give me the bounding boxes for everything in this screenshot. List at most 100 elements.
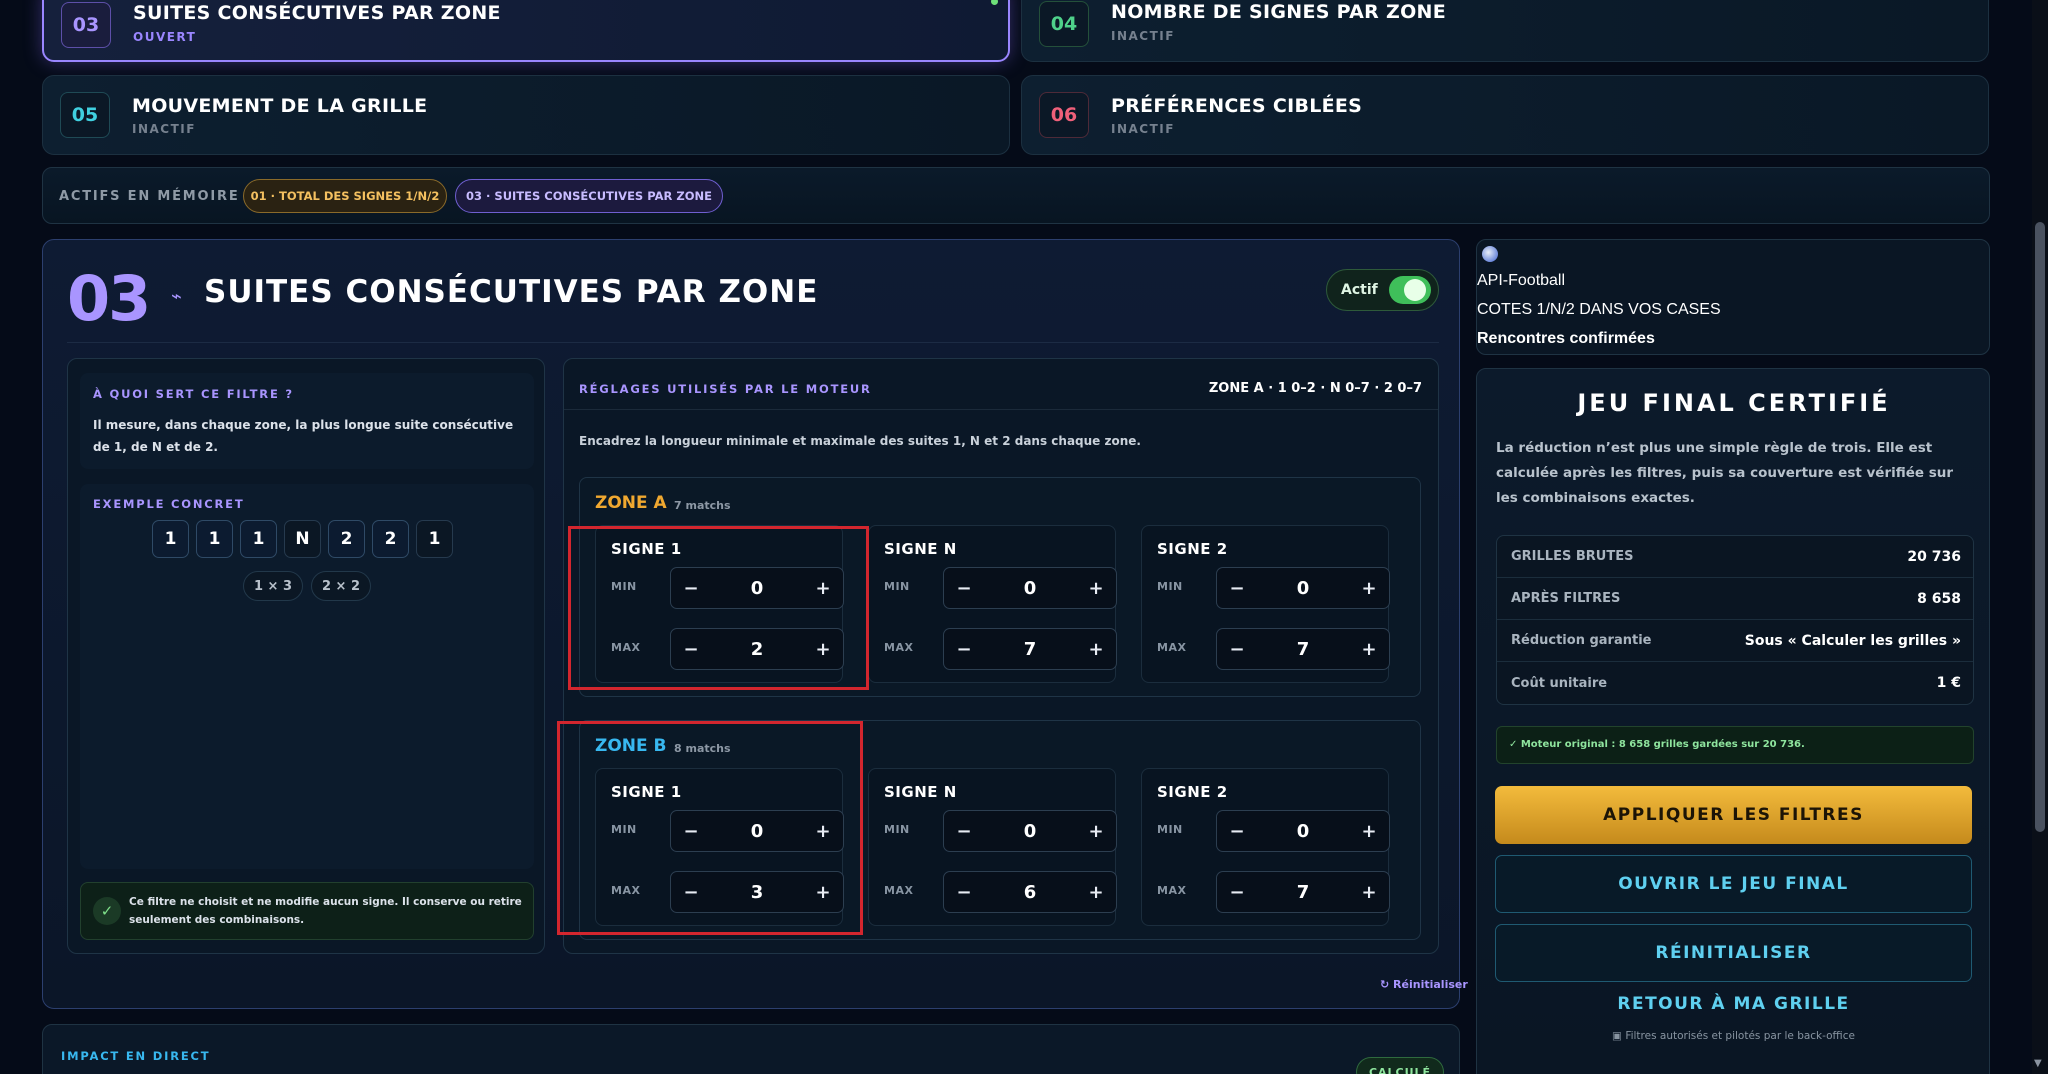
stepper-value: 0 [1296, 820, 1310, 842]
chain-item: 1 [416, 520, 453, 558]
sign-title: SIGNE N [884, 783, 957, 801]
minus-button[interactable]: − [1217, 629, 1257, 669]
stat-value: 20 736 [1907, 548, 1961, 565]
zone-count: 7 matchs [674, 499, 731, 512]
filter-tab-06[interactable]: 06 PRÉFÉRENCES CIBLÉES INACTIF [1021, 75, 1989, 155]
engine-note: ✓ Moteur original : 8 658 grilles gardée… [1496, 726, 1974, 764]
stat-row: Réduction garantie Sous « Calculer les gr… [1497, 620, 1973, 662]
minus-button[interactable]: − [944, 568, 984, 608]
example-chain: 1 1 1 N 2 2 1 [152, 520, 472, 560]
max-stepper[interactable]: − 6 + [943, 871, 1117, 913]
stat-value: Sous « Calculer les grilles » [1744, 632, 1961, 649]
divider [67, 342, 1439, 343]
footer-line: ▣ Filtres autorisés et pilotés par le ba… [1495, 1030, 1972, 1042]
plus-button[interactable]: + [1076, 811, 1116, 851]
shield-icon: ▣ [1612, 1030, 1622, 1042]
settings-title: RÉGLAGES UTILISÉS PAR LE MOTEUR [579, 382, 872, 396]
highlight-zone-b-signe-1 [557, 721, 863, 935]
chain-item: 2 [372, 520, 409, 558]
note-text: Ce filtre ne choisit et ne modifie aucun… [129, 896, 522, 926]
stepper-value: 0 [1023, 577, 1037, 599]
minus-button[interactable]: − [1217, 872, 1257, 912]
plus-button[interactable]: + [1076, 872, 1116, 912]
filter-tab-04[interactable]: 04 NOMBRE DE SIGNES PAR ZONE INACTIF [1021, 0, 1989, 62]
back-to-grid-link[interactable]: RETOUR À MA GRILLE [1495, 994, 1972, 1014]
minus-button[interactable]: − [944, 872, 984, 912]
filter-title: MOUVEMENT DE LA GRILLE [132, 95, 428, 117]
plus-button[interactable]: + [1076, 629, 1116, 669]
chain-item: 1 [240, 520, 277, 558]
minus-button[interactable]: − [1217, 568, 1257, 608]
filter-number: 03 [61, 2, 111, 48]
chain-item: N [284, 520, 321, 558]
scroll-down-arrow-icon[interactable]: ▼ [2034, 1058, 2042, 1069]
sign-title: SIGNE 2 [1157, 540, 1228, 558]
minus-button[interactable]: − [1217, 811, 1257, 851]
memory-chip-01[interactable]: 01 · TOTAL DES SIGNES 1/N/2 [243, 179, 447, 213]
min-stepper[interactable]: − 0 + [1216, 567, 1390, 609]
max-stepper[interactable]: − 7 + [943, 628, 1117, 670]
active-toggle[interactable]: Actif [1326, 269, 1439, 311]
plus-button[interactable]: + [1349, 629, 1389, 669]
minus-button[interactable]: − [944, 811, 984, 851]
run-badge: 2 × 2 [311, 571, 371, 601]
plus-button[interactable]: + [1076, 568, 1116, 608]
reset-button[interactable]: RÉINITIALISER [1495, 924, 1972, 982]
info-note: ✓ Ce filtre ne choisit et ne modifie auc… [80, 882, 534, 940]
stat-value: 1 € [1936, 675, 1961, 691]
info-text: Il mesure, dans chaque zone, la plus lon… [93, 418, 514, 454]
sign-n-card: SIGNE N MIN − 0 + MAX − 7 + [868, 525, 1117, 683]
min-label: MIN [1157, 580, 1183, 593]
min-stepper[interactable]: − 0 + [943, 810, 1117, 852]
reset-link[interactable]: ↻ Réinitialiser [1380, 978, 1468, 991]
open-final-game-button[interactable]: OUVRIR LE JEU FINAL [1495, 855, 1972, 913]
api-line2: Rencontres confirmées [1477, 330, 1655, 347]
stat-key: Réduction garantie [1511, 633, 1652, 648]
filter-number: 06 [1039, 92, 1089, 138]
plus-button[interactable]: + [1349, 872, 1389, 912]
max-label: MAX [884, 641, 914, 654]
filter-title: NOMBRE DE SIGNES PAR ZONE [1111, 1, 1446, 23]
plus-button[interactable]: + [1349, 811, 1389, 851]
footer-text: Filtres autorisés et pilotés par le back… [1625, 1030, 1855, 1042]
status-dot-icon [991, 0, 998, 5]
filter-status: INACTIF [132, 122, 196, 136]
memory-chip-03[interactable]: 03 · SUITES CONSÉCUTIVES PAR ZONE [455, 179, 723, 213]
filter-status: OUVERT [133, 30, 197, 44]
min-label: MIN [1157, 823, 1183, 836]
filter-status: INACTIF [1111, 122, 1175, 136]
info-box: À QUOI SERT CE FILTRE ? Il mesure, dans … [80, 373, 534, 469]
panel-number: 03 [67, 262, 151, 335]
filter-tab-03[interactable]: 03 SUITES CONSÉCUTIVES PAR ZONE OUVERT [42, 0, 1010, 62]
max-label: MAX [1157, 884, 1187, 897]
min-label: MIN [884, 823, 910, 836]
filter-title: PRÉFÉRENCES CIBLÉES [1111, 95, 1363, 117]
stepper-value: 0 [1296, 577, 1310, 599]
min-stepper[interactable]: − 0 + [1216, 810, 1390, 852]
panel-title: SUITES CONSÉCUTIVES PAR ZONE [204, 274, 819, 310]
api-provider: API-Football [1477, 272, 1566, 289]
apply-filters-button[interactable]: APPLIQUER LES FILTRES [1495, 786, 1972, 844]
pulse-icon: ⌁ [171, 286, 182, 307]
minus-button[interactable]: − [944, 629, 984, 669]
impact-title: IMPACT EN DIRECT [61, 1049, 211, 1063]
max-stepper[interactable]: − 7 + [1216, 628, 1390, 670]
scrollbar-track[interactable]: ▼ [2032, 0, 2048, 1074]
plus-button[interactable]: + [1349, 568, 1389, 608]
min-stepper[interactable]: − 0 + [943, 567, 1117, 609]
filter-tab-05[interactable]: 05 MOUVEMENT DE LA GRILLE INACTIF [42, 75, 1010, 155]
info-title: À QUOI SERT CE FILTRE ? [93, 387, 294, 401]
final-description: La réduction n’est plus une simple règle… [1496, 440, 1954, 506]
max-stepper[interactable]: − 7 + [1216, 871, 1390, 913]
min-label: MIN [884, 580, 910, 593]
impact-badge: CALCULÉ [1356, 1057, 1444, 1074]
sign-n-card: SIGNE N MIN − 0 + MAX − 6 + [868, 768, 1117, 926]
memory-label: ACTIFS EN MÉMOIRE [59, 189, 240, 204]
stat-key: GRILLES BRUTES [1511, 549, 1634, 564]
scrollbar-thumb[interactable] [2035, 222, 2045, 832]
api-line1: COTES 1/N/2 DANS VOS CASES [1477, 301, 1721, 318]
highlight-zone-a-signe-1 [568, 526, 869, 690]
sign-title: SIGNE 2 [1157, 783, 1228, 801]
stat-key: Coût unitaire [1511, 675, 1608, 691]
stepper-value: 0 [1023, 820, 1037, 842]
